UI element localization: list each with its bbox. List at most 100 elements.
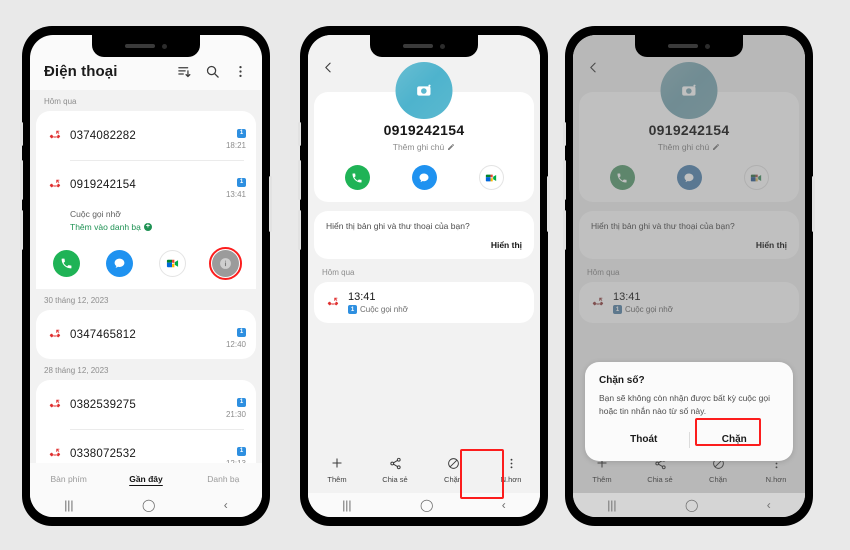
front-camera-icon bbox=[162, 43, 167, 49]
sim-badge: 1 bbox=[237, 327, 246, 337]
android-nav-bar: ||| ◯ ‹ bbox=[30, 493, 262, 517]
phone-icon bbox=[53, 250, 80, 277]
missed-call-icon bbox=[327, 297, 339, 305]
recent-calls-list[interactable]: Hôm qua 0374082282 1 18:21 0919242154 1 … bbox=[30, 90, 262, 463]
table-row[interactable]: 0338072532 1 12:13 bbox=[36, 429, 256, 463]
phone-number: 0919242154 bbox=[70, 178, 136, 191]
dialog-title: Chặn số? bbox=[599, 375, 645, 387]
earpiece-speaker bbox=[668, 44, 698, 48]
sim-badge: 1 bbox=[237, 446, 246, 456]
back-chevron-icon bbox=[325, 62, 331, 73]
table-row[interactable]: 0374082282 1 18:21 bbox=[36, 111, 256, 160]
search-icon[interactable] bbox=[205, 64, 220, 79]
notch bbox=[635, 35, 743, 57]
phone-volume-up-button[interactable] bbox=[20, 160, 23, 200]
message-bubble-icon bbox=[419, 173, 429, 182]
phone-volume-up-button[interactable] bbox=[298, 160, 301, 200]
android-nav-bar: ||| ◯ ‹ bbox=[308, 493, 540, 517]
dialog-body: Bạn sẽ không còn nhận được bất kỳ cuộc g… bbox=[599, 393, 770, 416]
missed-call-icon bbox=[49, 179, 61, 187]
sim-badge: 1 bbox=[237, 177, 246, 187]
history-subtitle: Cuộc gọi nhỡ bbox=[360, 305, 408, 314]
phone-volume-down-button[interactable] bbox=[298, 210, 301, 250]
contact-detail-content: 0919242154 Thêm ghi chú Hiển thị bản ghi… bbox=[308, 35, 540, 493]
quick-actions-row bbox=[36, 242, 256, 289]
share-icon bbox=[366, 455, 424, 471]
recents-icon[interactable]: ||| bbox=[342, 498, 351, 512]
front-camera-icon bbox=[705, 43, 710, 49]
phone-volume-down-button[interactable] bbox=[563, 210, 566, 250]
cancel-button[interactable]: Thoát bbox=[599, 427, 689, 452]
history-subtitle-row: 1 Cuộc gọi nhỡ bbox=[348, 305, 408, 314]
home-icon[interactable]: ◯ bbox=[142, 498, 155, 512]
phone-volume-down-button[interactable] bbox=[20, 210, 23, 250]
block-number-dialog: Chặn số? Bạn sẽ không còn nhận được bất … bbox=[585, 362, 793, 461]
quick-action-video[interactable] bbox=[146, 250, 199, 277]
back-icon[interactable]: ‹ bbox=[224, 498, 228, 512]
missed-call-icon bbox=[49, 130, 61, 138]
quick-action-call[interactable] bbox=[40, 250, 93, 277]
table-row[interactable]: 0382539275 1 21:30 bbox=[36, 380, 256, 429]
tab-recents[interactable]: Gần đây bbox=[107, 474, 184, 484]
voicemail-question: Hiển thị bản ghi và thư thoại của bạn? bbox=[326, 221, 470, 231]
page-title: Điện thoại bbox=[44, 63, 118, 80]
plus-icon bbox=[308, 455, 366, 471]
tab-keypad[interactable]: Bàn phím bbox=[30, 474, 107, 484]
quick-action-message[interactable] bbox=[93, 250, 146, 277]
phone-side-button[interactable] bbox=[298, 122, 301, 146]
add-to-contacts-link[interactable]: Thêm vào danh bạ + bbox=[70, 222, 244, 232]
sim-badge: 1 bbox=[348, 305, 357, 314]
phone-1-recent-calls: Điện thoại Hôm qua 0374082282 1 18:21 09… bbox=[20, 26, 272, 526]
row-meta: 1 12:40 bbox=[226, 320, 246, 349]
phone-volume-up-button[interactable] bbox=[563, 160, 566, 200]
call-time: 12:13 bbox=[226, 459, 246, 463]
phone-1-screen: Điện thoại Hôm qua 0374082282 1 18:21 09… bbox=[30, 35, 262, 517]
notch bbox=[370, 35, 478, 57]
contact-hero-card: 0919242154 Thêm ghi chú bbox=[314, 62, 534, 202]
pencil-icon bbox=[448, 144, 455, 150]
sim-badge: 1 bbox=[237, 128, 246, 138]
camera-icon bbox=[416, 84, 431, 96]
history-entry[interactable]: 13:41 1 Cuộc gọi nhỡ bbox=[314, 282, 534, 323]
back-icon[interactable]: ‹ bbox=[502, 498, 506, 512]
avatar[interactable] bbox=[395, 62, 453, 119]
missed-call-icon bbox=[49, 448, 61, 456]
bottom-action-add-label: Thêm bbox=[327, 475, 347, 484]
call-time: 12:40 bbox=[225, 340, 246, 349]
bottom-action-add[interactable]: Thêm bbox=[308, 455, 366, 484]
phone-power-button[interactable] bbox=[547, 176, 550, 232]
phone-number: 0347465812 bbox=[70, 328, 136, 341]
day-label: Hôm qua bbox=[44, 97, 77, 106]
call-button[interactable] bbox=[344, 165, 370, 190]
table-row[interactable]: 0347465812 1 12:40 bbox=[36, 310, 256, 359]
notch bbox=[92, 35, 200, 57]
phone-side-button[interactable] bbox=[20, 122, 23, 146]
history-time: 13:41 bbox=[348, 291, 376, 303]
table-row[interactable]: 0919242154 1 13:41 bbox=[36, 160, 256, 209]
phone-side-button[interactable] bbox=[563, 122, 566, 146]
missed-call-icon bbox=[49, 329, 61, 337]
sort-icon[interactable] bbox=[177, 64, 192, 79]
voicemail-prompt-card: Hiển thị bản ghi và thư thoại của bạn? H… bbox=[314, 211, 534, 259]
header-actions bbox=[177, 64, 248, 79]
contact-detail-app: 0919242154 Thêm ghi chú Hiển thị bản ghi… bbox=[308, 35, 540, 517]
phone-power-button[interactable] bbox=[812, 176, 815, 232]
screenshot-stage: Điện thoại Hôm qua 0374082282 1 18:21 09… bbox=[0, 0, 850, 550]
contact-number: 0919242154 bbox=[383, 122, 465, 138]
add-note-button[interactable]: Thêm ghi chú bbox=[314, 142, 534, 152]
row-meta: 1 21:30 bbox=[226, 390, 246, 419]
video-call-button[interactable] bbox=[478, 165, 504, 190]
add-note-label: Thêm ghi chú bbox=[392, 142, 445, 152]
recents-icon[interactable]: ||| bbox=[64, 498, 73, 512]
home-icon[interactable]: ◯ bbox=[420, 498, 433, 512]
bottom-action-share[interactable]: Chia sẻ bbox=[366, 455, 424, 484]
phone-power-button[interactable] bbox=[269, 176, 272, 232]
message-button[interactable] bbox=[411, 165, 437, 190]
tab-contacts[interactable]: Danh bạ bbox=[185, 474, 262, 484]
quick-action-info[interactable] bbox=[199, 247, 252, 280]
history-day-label: Hôm qua bbox=[322, 268, 355, 277]
voicemail-show-button[interactable]: Hiển thị bbox=[326, 240, 522, 250]
call-time: 21:30 bbox=[225, 410, 246, 419]
row-meta: 1 12:13 bbox=[226, 439, 246, 463]
more-vertical-icon[interactable] bbox=[233, 64, 248, 79]
